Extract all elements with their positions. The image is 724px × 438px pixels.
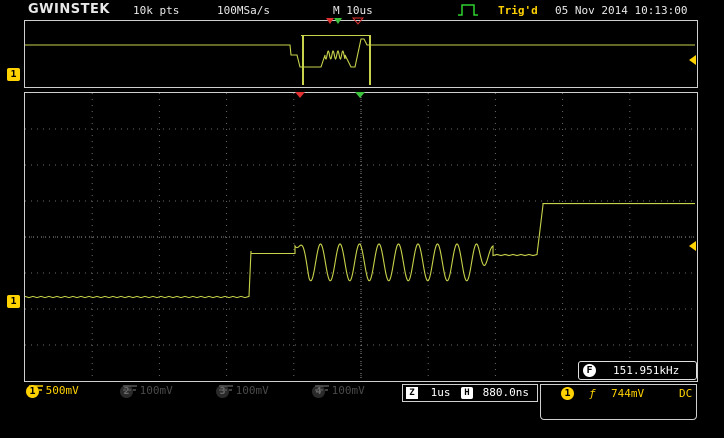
ch1-status[interactable]: 1 500mV bbox=[26, 384, 79, 400]
frequency-counter: F 151.951kHz bbox=[578, 361, 697, 380]
trigger-level: 744mV bbox=[611, 387, 645, 400]
horizontal-position-value: 880.0ns bbox=[482, 386, 529, 399]
memory-overview-panel bbox=[24, 20, 698, 88]
frequency-value: 151.951kHz bbox=[613, 364, 680, 377]
ch1-overview-marker[interactable]: 1 bbox=[7, 68, 20, 81]
dc-coupling-icon bbox=[29, 385, 43, 391]
overview-trigger-level-marker[interactable] bbox=[689, 55, 696, 65]
ch1-scale: 500mV bbox=[45, 384, 79, 397]
ch4-scale: 100mV bbox=[331, 384, 365, 397]
ch2-status[interactable]: 2 100mV bbox=[120, 384, 173, 400]
waveform-display bbox=[25, 93, 697, 381]
trigger-slope-icon: ƒ bbox=[589, 387, 596, 400]
brand-logo: GWINSTEK bbox=[28, 2, 110, 17]
ch4-status[interactable]: 4 100mV bbox=[312, 384, 365, 400]
trigger-source-badge: 1 bbox=[561, 387, 574, 400]
horizontal-position-readout: H 880.0ns bbox=[461, 386, 529, 399]
trigger-info-box[interactable]: 1 ƒ 744mV DC bbox=[540, 384, 697, 420]
trigger-level-marker[interactable] bbox=[689, 241, 696, 251]
oscilloscope-screen: GWINSTEK 10k pts 100MSa/s M 10us Trig'd … bbox=[0, 0, 724, 438]
zoom-icon: Z bbox=[406, 387, 418, 399]
frequency-icon: F bbox=[583, 364, 596, 377]
dc-coupling-icon bbox=[123, 385, 137, 391]
record-length: 10k pts bbox=[133, 4, 180, 17]
dc-coupling-icon bbox=[219, 385, 233, 391]
horizontal-position-icon: H bbox=[461, 387, 473, 399]
zoom-window-right bbox=[369, 35, 371, 85]
zoom-timebase-box[interactable]: Z 1us H 880.0ns bbox=[402, 384, 538, 402]
trigger-coupling: DC bbox=[679, 387, 693, 400]
ch3-scale: 100mV bbox=[235, 384, 269, 397]
zoom-scale: 1us bbox=[430, 386, 451, 399]
ch2-scale: 100mV bbox=[139, 384, 173, 397]
sample-rate: 100MSa/s bbox=[217, 4, 270, 17]
timebase-readout: M 10us bbox=[333, 4, 373, 17]
zoom-readout: Z 1us bbox=[406, 386, 451, 399]
trigger-status: Trig'd bbox=[498, 4, 538, 17]
zoom-window-top bbox=[301, 35, 371, 36]
zoom-window-left bbox=[302, 35, 304, 85]
overview-trace bbox=[25, 38, 695, 68]
ch3-status[interactable]: 3 100mV bbox=[216, 384, 269, 400]
overview-waveform bbox=[25, 35, 695, 85]
dc-coupling-icon bbox=[315, 385, 329, 391]
ch1-ground-marker[interactable]: 1 bbox=[7, 295, 20, 308]
ch1-waveform bbox=[25, 203, 695, 299]
waveform-graticule bbox=[24, 92, 698, 382]
datetime: 05 Nov 2014 10:13:00 bbox=[555, 4, 688, 17]
trigger-edge-icon bbox=[458, 4, 478, 16]
status-bar: GWINSTEK 10k pts 100MSa/s M 10us Trig'd … bbox=[0, 0, 724, 20]
